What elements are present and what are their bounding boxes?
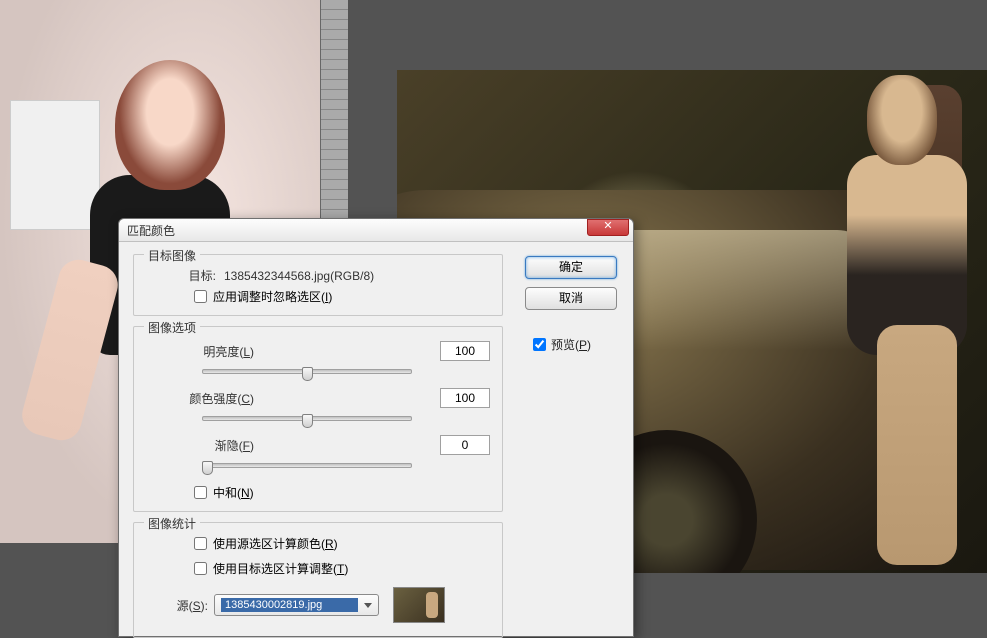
intensity-thumb[interactable]: [302, 414, 313, 428]
neutralize-checkbox[interactable]: [194, 486, 207, 499]
fade-thumb[interactable]: [202, 461, 213, 475]
ignore-selection-label: 应用调整时忽略选区(I): [213, 288, 332, 305]
luminance-slider[interactable]: [202, 364, 412, 382]
target-image-group: 目标图像 目标: 1385432344568.jpg(RGB/8) 应用调整时忽…: [133, 254, 503, 316]
vertical-ruler: [320, 0, 348, 220]
source-dropdown-text: 1385430002819.jpg: [221, 598, 358, 612]
luminance-thumb[interactable]: [302, 367, 313, 381]
ignore-selection-checkbox[interactable]: [194, 290, 207, 303]
close-icon: ✕: [603, 220, 612, 232]
target-label: 目标:: [146, 267, 216, 284]
dialog-titlebar[interactable]: 匹配颜色 ✕: [119, 219, 633, 242]
use-source-selection-label: 使用源选区计算颜色(R): [213, 535, 338, 552]
luminance-label: 明亮度(L): [146, 343, 254, 360]
target-image-legend: 目标图像: [144, 247, 200, 264]
use-target-selection-checkbox[interactable]: [194, 562, 207, 575]
source-dropdown[interactable]: 1385430002819.jpg: [214, 594, 379, 616]
image-stats-group: 图像统计 使用源选区计算颜色(R) 使用目标选区计算调整(T) 源(S): 13…: [133, 522, 503, 638]
image-stats-legend: 图像统计: [144, 515, 200, 532]
dialog-title: 匹配颜色: [127, 222, 175, 239]
target-value: 1385432344568.jpg(RGB/8): [224, 269, 490, 283]
fade-input[interactable]: [440, 435, 490, 455]
image-options-legend: 图像选项: [144, 319, 200, 336]
cancel-button[interactable]: 取消: [525, 287, 617, 310]
luminance-input[interactable]: [440, 341, 490, 361]
intensity-slider[interactable]: [202, 411, 412, 429]
source-thumbnail: [393, 587, 445, 623]
close-button[interactable]: ✕: [587, 219, 629, 236]
fade-label: 渐隐(F): [146, 437, 254, 454]
chevron-down-icon: [364, 603, 372, 608]
intensity-label: 颜色强度(C): [146, 390, 254, 407]
ok-button[interactable]: 确定: [525, 256, 617, 279]
use-source-selection-checkbox[interactable]: [194, 537, 207, 550]
preview-label: 预览(P): [551, 336, 591, 353]
intensity-input[interactable]: [440, 388, 490, 408]
source-label: 源(S):: [166, 597, 208, 614]
use-target-selection-label: 使用目标选区计算调整(T): [213, 560, 348, 577]
preview-checkbox[interactable]: [533, 338, 546, 351]
neutralize-label: 中和(N): [213, 484, 254, 501]
image-options-group: 图像选项 明亮度(L) 颜色强度(C): [133, 326, 503, 512]
fade-slider[interactable]: [202, 458, 412, 476]
match-color-dialog: 匹配颜色 ✕ 确定 取消 预览(P) 目标图像 目标: 138543234456…: [118, 218, 634, 637]
